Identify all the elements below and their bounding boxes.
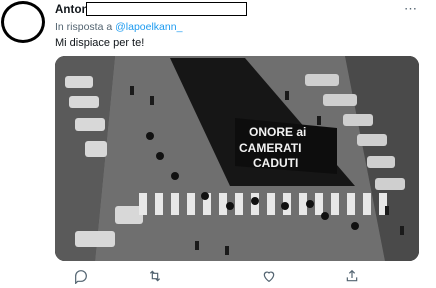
retweet-icon[interactable] <box>147 268 163 284</box>
reply-context: In risposta a @lapoelkann_ <box>55 21 182 33</box>
banner-line-2: CAMERATI <box>239 141 301 155</box>
banner-line-3: CADUTI <box>253 156 298 170</box>
more-options-icon[interactable]: ⋯ <box>404 1 418 17</box>
tweet-actions <box>55 265 385 285</box>
redacted-handle-box <box>86 2 247 16</box>
tweet-text: Mi dispiace per te! <box>55 37 145 49</box>
reply-handle-link[interactable]: @lapoelkann_ <box>115 21 182 33</box>
like-icon[interactable] <box>261 268 277 284</box>
share-icon[interactable] <box>344 268 360 284</box>
reply-icon[interactable] <box>73 268 89 284</box>
reply-prefix: In risposta a <box>55 21 113 33</box>
author-name[interactable]: Anton <box>55 4 89 16</box>
avatar[interactable] <box>1 1 45 43</box>
tweet-photo[interactable]: ONORE ai CAMERATI CADUTI <box>55 56 419 261</box>
banner-line-1: ONORE ai <box>249 125 306 139</box>
street-march-photo: ONORE ai CAMERATI CADUTI <box>55 56 419 261</box>
